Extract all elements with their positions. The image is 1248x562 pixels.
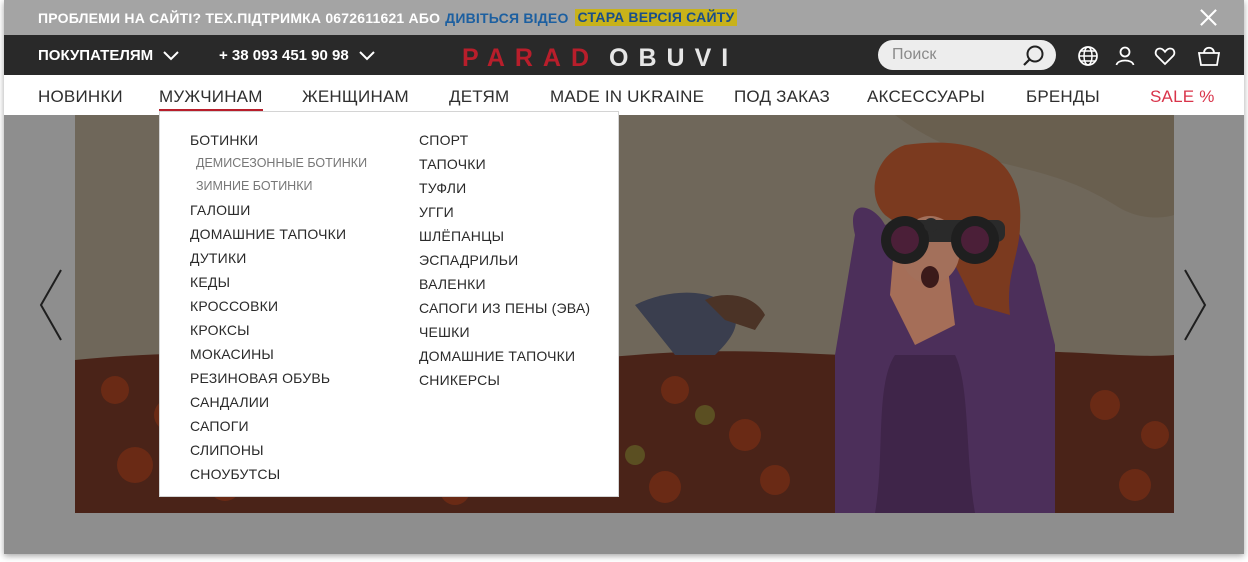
old-version-link[interactable]: СТАРА ВЕРСІЯ САЙТУ: [574, 9, 738, 26]
menu-subitem-demi-boots[interactable]: ДЕМИСЕЗОННЫЕ БОТИНКИ: [190, 152, 367, 175]
chevron-left-icon[interactable]: [38, 268, 64, 342]
menu-item[interactable]: САПОГИ ИЗ ПЕНЫ (ЭВА): [419, 296, 590, 320]
nav-item-brands[interactable]: БРЕНДЫ: [1026, 87, 1100, 107]
search-box: [878, 40, 1056, 70]
globe-icon[interactable]: [1076, 44, 1100, 68]
logo-parad: PARAD: [462, 44, 600, 72]
menu-item[interactable]: ШЛЁПАНЦЫ: [419, 224, 590, 248]
nav-item-to-order[interactable]: ПОД ЗАКАЗ: [734, 87, 830, 107]
phone-number: + 38 093 451 90 98: [219, 47, 349, 64]
support-text: ПРОБЛЕМИ НА САЙТІ? ТЕХ.ПІДТРИМКА 0672611…: [38, 9, 441, 26]
menu-item[interactable]: РЕЗИНОВАЯ ОБУВЬ: [190, 366, 367, 390]
support-bar: ПРОБЛЕМИ НА САЙТІ? ТЕХ.ПІДТРИМКА 0672611…: [4, 0, 1244, 35]
nav-item-new[interactable]: НОВИНКИ: [38, 87, 123, 107]
menu-item[interactable]: УГГИ: [419, 200, 590, 224]
close-icon[interactable]: [1199, 8, 1218, 27]
watch-video-link[interactable]: ДИВІТЬСЯ ВІДЕО: [445, 10, 568, 26]
search-input[interactable]: [892, 46, 1012, 64]
menu-item[interactable]: КЕДЫ: [190, 270, 367, 294]
main-nav: НОВИНКИ МУЖЧИНАМ ЖЕНЩИНАМ ДЕТЯМ MADE IN …: [4, 75, 1244, 115]
header-bar: ПОКУПАТЕЛЯМ + 38 093 451 90 98 PARAD OBU…: [4, 35, 1244, 75]
chevron-down-icon: [359, 50, 375, 60]
nav-item-men[interactable]: МУЖЧИНАМ: [159, 87, 263, 111]
basket-icon[interactable]: [1196, 44, 1222, 68]
phone-menu[interactable]: + 38 093 451 90 98: [219, 47, 375, 64]
menu-item[interactable]: МОКАСИНЫ: [190, 342, 367, 366]
nav-item-kids[interactable]: ДЕТЯМ: [449, 87, 509, 107]
nav-item-made-in-ukraine[interactable]: MADE IN UKRAINE: [550, 87, 704, 107]
menu-item[interactable]: ЭСПАДРИЛЬИ: [419, 248, 590, 272]
page-frame: ПРОБЛЕМИ НА САЙТІ? ТЕХ.ПІДТРИМКА 0672611…: [4, 0, 1244, 554]
menu-subitem-winter-boots[interactable]: ЗИМНИЕ БОТИНКИ: [190, 175, 367, 198]
menu-item[interactable]: КРОССОВКИ: [190, 294, 367, 318]
buyers-label: ПОКУПАТЕЛЯМ: [38, 47, 154, 64]
buyers-menu[interactable]: ПОКУПАТЕЛЯМ: [38, 47, 179, 64]
logo[interactable]: PARAD OBUVI: [462, 44, 738, 73]
menu-item[interactable]: ТУФЛИ: [419, 176, 590, 200]
dropdown-column-1: БОТИНКИ ДЕМИСЕЗОННЫЕ БОТИНКИ ЗИМНИЕ БОТИ…: [190, 128, 367, 486]
heart-icon[interactable]: [1153, 44, 1177, 68]
search-icon[interactable]: [1022, 44, 1046, 66]
user-icon[interactable]: [1113, 44, 1137, 68]
menu-item[interactable]: ГАЛОШИ: [190, 198, 367, 222]
menu-item[interactable]: КРОКСЫ: [190, 318, 367, 342]
menu-item[interactable]: ДОМАШНИЕ ТАПОЧКИ: [419, 344, 590, 368]
menu-item[interactable]: СПОРТ: [419, 128, 590, 152]
menu-item[interactable]: ДОМАШНИЕ ТАПОЧКИ: [190, 222, 367, 246]
menu-item[interactable]: ЧЕШКИ: [419, 320, 590, 344]
menu-item[interactable]: СНОУБУТСЫ: [190, 462, 367, 486]
menu-item[interactable]: САНДАЛИИ: [190, 390, 367, 414]
dropdown-column-2: СПОРТ ТАПОЧКИ ТУФЛИ УГГИ ШЛЁПАНЦЫ ЭСПАДР…: [419, 128, 590, 392]
menu-item[interactable]: ДУТИКИ: [190, 246, 367, 270]
menu-item[interactable]: ВАЛЕНКИ: [419, 272, 590, 296]
menu-item[interactable]: СНИКЕРСЫ: [419, 368, 590, 392]
menu-item[interactable]: САПОГИ: [190, 414, 367, 438]
logo-obuvi: OBUVI: [609, 44, 739, 72]
chevron-down-icon: [163, 50, 179, 60]
men-dropdown-menu: БОТИНКИ ДЕМИСЕЗОННЫЕ БОТИНКИ ЗИМНИЕ БОТИ…: [159, 111, 619, 497]
menu-item[interactable]: ТАПОЧКИ: [419, 152, 590, 176]
chevron-right-icon[interactable]: [1182, 268, 1208, 342]
menu-item[interactable]: СЛИПОНЫ: [190, 438, 367, 462]
nav-item-women[interactable]: ЖЕНЩИНАМ: [302, 87, 409, 107]
nav-item-accessories[interactable]: АКСЕССУАРЫ: [867, 87, 985, 107]
nav-item-sale[interactable]: SALE %: [1150, 87, 1215, 107]
menu-item-boots[interactable]: БОТИНКИ: [190, 128, 367, 152]
